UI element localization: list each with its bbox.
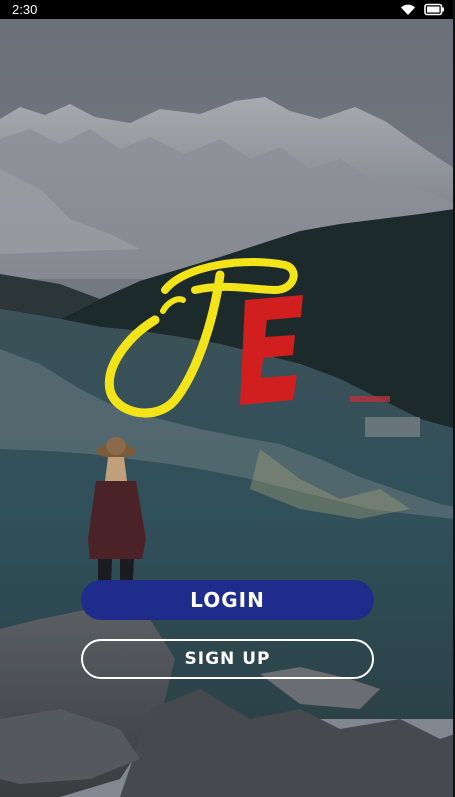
wifi-icon xyxy=(400,3,416,16)
status-time: 2:30 xyxy=(12,2,38,17)
signup-button[interactable]: SIGN UP xyxy=(81,639,374,679)
status-icons xyxy=(400,3,445,16)
login-screen: 2:30 LOGIN SIGN UP xyxy=(0,0,455,797)
logo-letter-e xyxy=(240,295,303,405)
signup-button-label: SIGN UP xyxy=(184,649,271,669)
app-logo xyxy=(95,245,315,425)
login-button[interactable]: LOGIN xyxy=(81,580,374,620)
status-bar: 2:30 xyxy=(0,0,453,19)
battery-icon xyxy=(424,3,445,16)
login-button-label: LOGIN xyxy=(190,588,265,612)
